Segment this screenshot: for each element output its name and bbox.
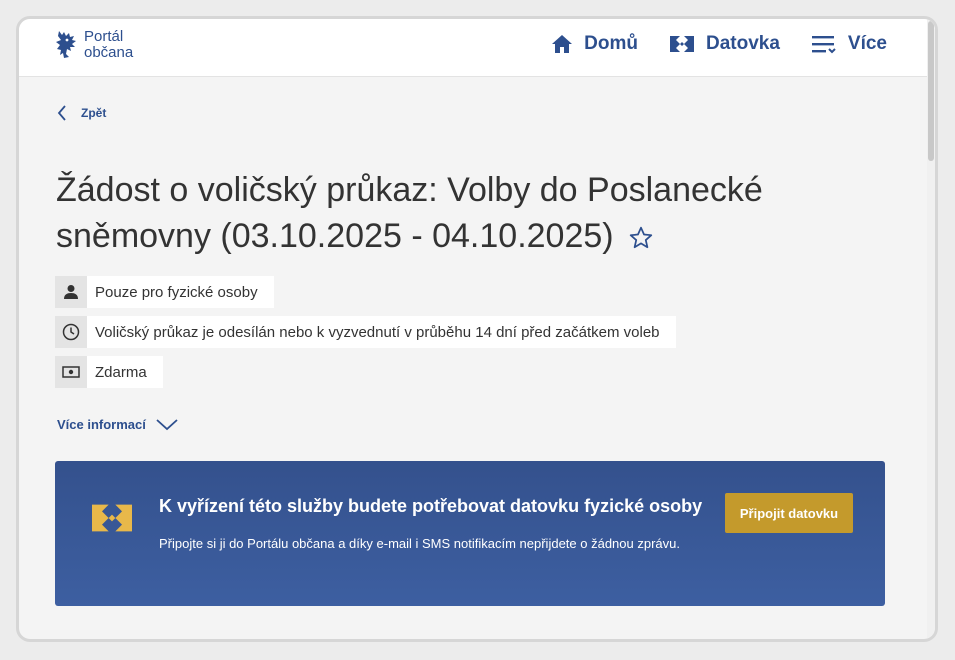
star-icon[interactable]	[628, 225, 654, 251]
back-link[interactable]: Zpět	[57, 105, 106, 121]
clock-icon	[62, 323, 80, 341]
nav-datovka-label: Datovka	[705, 33, 780, 54]
scrollbar[interactable]	[927, 19, 935, 639]
info-row-price: Zdarma	[55, 356, 163, 388]
info-row-person: Pouze pro fyzické osoby	[55, 276, 274, 308]
datovka-icon	[92, 504, 132, 532]
info-row-time: Voličský průkaz je odesílán nebo k vyzve…	[55, 316, 676, 348]
info-icon-box	[55, 356, 87, 388]
info-text: Voličský průkaz je odesílán nebo k vyzve…	[87, 316, 676, 348]
scrollbar-thumb[interactable]	[928, 21, 934, 161]
chevron-down-icon	[156, 418, 178, 430]
banner-title: K vyřízení této služby budete potřebovat…	[159, 496, 703, 516]
connect-datovka-button[interactable]: Připojit datovku	[725, 493, 853, 533]
more-info-toggle[interactable]: Více informací	[57, 417, 178, 432]
chevron-left-icon	[57, 105, 66, 121]
more-info-label: Více informací	[57, 417, 146, 432]
nav-more[interactable]: Více	[811, 33, 887, 55]
datovka-banner: K vyřízení této služby budete potřebovat…	[55, 461, 885, 606]
logo-line-2: občana	[84, 44, 134, 61]
datovka-icon	[669, 36, 694, 52]
logo-line-1: Portál	[84, 28, 124, 45]
portal-logo[interactable]: Portál občana	[55, 29, 133, 61]
logo-text: Portál občana	[84, 29, 133, 61]
nav-home[interactable]: Domů	[551, 33, 638, 55]
back-label: Zpět	[81, 106, 107, 120]
banner-text: Připojte si ji do Portálu občana a díky …	[159, 536, 680, 551]
page-title-text: Žádost o voličský průkaz: Volby do Posla…	[56, 171, 763, 255]
browser-frame: Portál občana Domů Datovka Více Zpět Žád…	[16, 16, 938, 642]
nav-datovka[interactable]: Datovka	[669, 33, 780, 55]
page-title: Žádost o voličský průkaz: Volby do Posla…	[56, 167, 856, 259]
info-text: Zdarma	[87, 356, 163, 388]
info-text: Pouze pro fyzické osoby	[87, 276, 274, 308]
info-icon-box	[55, 316, 87, 348]
nav-home-label: Domů	[584, 33, 638, 54]
home-icon	[552, 35, 573, 53]
lion-logo-icon	[56, 31, 76, 58]
nav-more-label: Více	[847, 33, 887, 54]
info-icon-box	[55, 276, 87, 308]
menu-icon	[811, 36, 836, 54]
site-header: Portál občana Domů Datovka Více	[19, 19, 935, 77]
money-icon	[62, 366, 80, 378]
person-icon	[64, 285, 78, 299]
main-nav: Domů Datovka Více	[520, 33, 887, 55]
